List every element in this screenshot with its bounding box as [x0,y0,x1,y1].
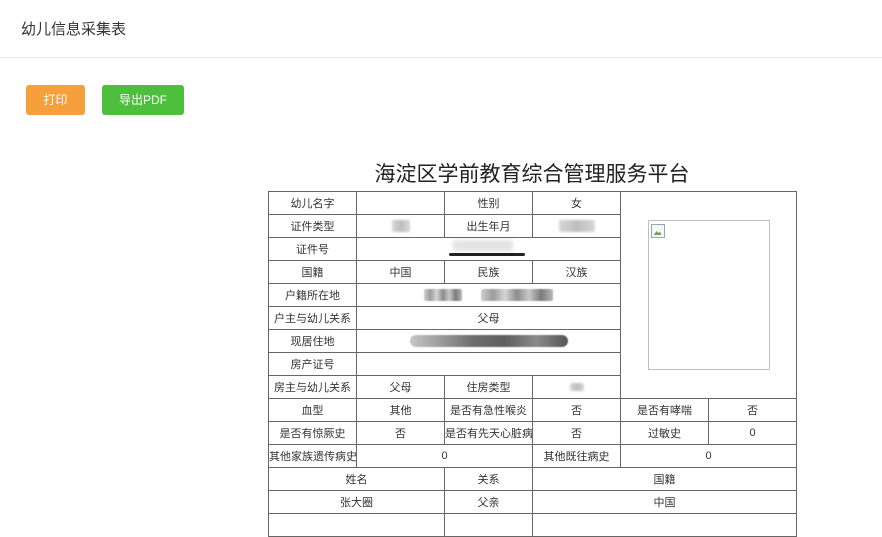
child-info-table: 幼儿名字 性别 女 证件类型 出生年月 证件号 国籍 中国 民族 汉族 户籍所在… [268,191,797,537]
blood-type-label: 血型 [268,398,357,422]
page-header: 幼儿信息采集表 [0,0,882,58]
family-member-relation: 父亲 [444,490,533,514]
redacted-value [448,240,529,258]
redacted-value [409,335,568,348]
birth-month-value [532,214,621,238]
photo-cell [620,191,797,399]
table-row: 幼儿名字 性别 女 [268,191,797,399]
current-address-label: 现居住地 [268,329,357,353]
table-row: 张大圈 父亲 中国 [268,490,797,514]
redacted-value [558,220,595,233]
table-row: 是否有惊厥史 否 是否有先天心脏病 否 过敏史 0 [268,421,797,445]
id-type-value [356,214,445,238]
child-name-value [356,191,445,215]
householder-relation-value: 父母 [356,306,621,330]
family-member-nationality: 中国 [532,490,797,514]
id-number-label: 证件号 [268,237,357,261]
family-name-header: 姓名 [268,467,445,491]
past-history-value: 0 [620,444,797,468]
redacted-value [424,289,463,302]
household-location-value [356,283,621,307]
property-cert-label: 房产证号 [268,352,357,376]
housing-type-label: 住房类型 [444,375,533,399]
birth-month-label: 出生年月 [444,214,533,238]
family-nationality-header: 国籍 [532,467,797,491]
print-button[interactable]: 打印 [26,85,85,115]
child-photo [647,220,770,370]
family-member-relation [444,513,533,537]
table-row: 姓名 关系 国籍 [268,467,797,491]
convulsion-value: 否 [356,421,445,445]
family-member-nationality [532,513,797,537]
child-name-label: 幼儿名字 [268,191,357,215]
owner-relation-value: 父母 [356,375,445,399]
page-title: 幼儿信息采集表 [21,21,127,38]
allergy-label: 过敏史 [620,421,709,445]
ethnicity-label: 民族 [444,260,533,284]
past-history-label: 其他既往病史 [532,444,621,468]
family-history-value: 0 [356,444,533,468]
document-title: 海淀区学前教育综合管理服务平台 [374,162,690,186]
housing-type-value [532,375,621,399]
nationality-label: 国籍 [268,260,357,284]
ethnicity-value: 汉族 [532,260,621,284]
family-relation-header: 关系 [444,467,533,491]
table-row: 其他家族遗传病史 0 其他既往病史 0 [268,444,797,468]
asthma-value: 否 [708,398,797,422]
allergy-value: 0 [708,421,797,445]
id-type-label: 证件类型 [268,214,357,238]
gender-label: 性别 [444,191,533,215]
owner-relation-label: 房主与幼儿关系 [268,375,357,399]
export-pdf-button[interactable]: 导出PDF [102,85,184,115]
nationality-value: 中国 [356,260,445,284]
table-row: 血型 其他 是否有急性喉炎 否 是否有哮喘 否 [268,398,797,422]
redacted-value [480,289,553,302]
redacted-value [569,383,584,392]
heart-disease-value: 否 [532,421,621,445]
broken-image-icon [650,224,665,238]
laryngitis-value: 否 [532,398,621,422]
gender-value: 女 [532,191,621,215]
redacted-value [391,220,410,233]
id-number-value [356,237,621,261]
blood-type-value: 其他 [356,398,445,422]
current-address-value [356,329,621,353]
householder-relation-label: 户主与幼儿关系 [268,306,357,330]
family-member-name [268,513,445,537]
family-member-name: 张大圈 [268,490,445,514]
property-cert-value [356,352,621,376]
convulsion-label: 是否有惊厥史 [268,421,357,445]
asthma-label: 是否有哮喘 [620,398,709,422]
family-history-label: 其他家族遗传病史 [268,444,357,468]
heart-disease-label: 是否有先天心脏病 [444,421,533,445]
laryngitis-label: 是否有急性喉炎 [444,398,533,422]
household-location-label: 户籍所在地 [268,283,357,307]
table-row [268,513,797,537]
